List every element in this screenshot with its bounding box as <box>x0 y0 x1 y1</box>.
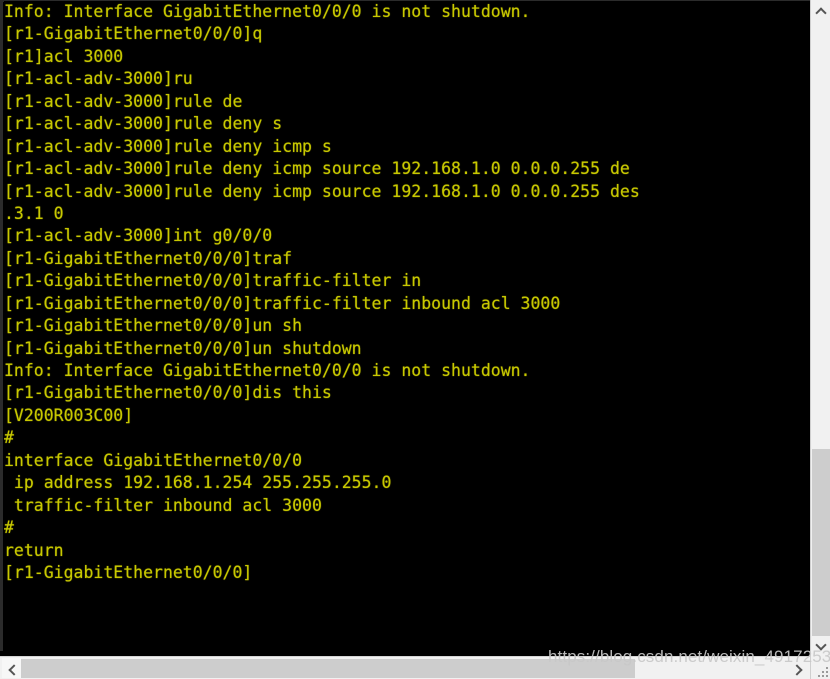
terminal-line: [r1-GigabitEthernet0/0/0]q <box>4 24 263 44</box>
vertical-scrollbar[interactable] <box>810 0 830 679</box>
terminal-line: [r1-acl-adv-3000]int g0/0/0 <box>4 226 273 246</box>
terminal-line: [V200R003C00] <box>4 405 134 425</box>
terminal-line: [r1-acl-adv-3000]rule deny icmp source 1… <box>4 159 630 179</box>
terminal-line: # <box>4 428 14 448</box>
terminal-application: Info: Interface GigabitEthernet0/0/0 is … <box>0 0 830 679</box>
terminal-line: [r1-GigabitEthernet0/0/0]un sh <box>4 316 303 336</box>
scroll-right-button[interactable] <box>786 658 808 678</box>
terminal-window: Info: Interface GigabitEthernet0/0/0 is … <box>0 0 830 679</box>
horizontal-scroll-thumb[interactable] <box>21 659 635 678</box>
terminal-line: [r1-GigabitEthernet0/0/0]traffic-filter … <box>4 293 561 313</box>
terminal-line: [r1-GigabitEthernet0/0/0]traf <box>4 248 293 268</box>
terminal-line: [r1-GigabitEthernet0/0/0]un shutdown <box>4 338 362 358</box>
terminal-line: [r1-acl-adv-3000]rule deny icmp s <box>4 136 332 156</box>
terminal-output-area[interactable]: Info: Interface GigabitEthernet0/0/0 is … <box>4 1 810 649</box>
terminal-line: [r1-acl-adv-3000]rule deny icmp source 1… <box>4 181 640 201</box>
terminal-line: Info: Interface GigabitEthernet0/0/0 is … <box>4 361 531 380</box>
vertical-scroll-thumb[interactable] <box>812 449 830 655</box>
chevron-right-icon <box>793 664 802 673</box>
scroll-left-button[interactable] <box>2 658 21 678</box>
terminal-line: [r1]acl 3000 <box>4 46 124 66</box>
resize-grip-icon[interactable] <box>815 664 829 678</box>
chevron-left-icon <box>7 664 16 673</box>
terminal-line: interface GigabitEthernet0/0/0 <box>4 450 303 470</box>
chevron-down-icon <box>816 641 825 650</box>
terminal-line: [r1-GigabitEthernet0/0/0]traffic-filter … <box>4 271 422 291</box>
scroll-up-button[interactable] <box>811 2 830 21</box>
terminal-line: [r1-GigabitEthernet0/0/0] <box>4 562 253 582</box>
terminal-line: traffic-filter inbound acl 3000 <box>4 495 322 515</box>
terminal-line: # <box>4 518 14 538</box>
terminal-line: return <box>4 540 64 560</box>
horizontal-scrollbar[interactable] <box>0 656 810 679</box>
terminal-line: [r1-GigabitEthernet0/0/0]dis this <box>4 383 332 403</box>
terminal-line: ip address 192.168.1.254 255.255.255.0 <box>4 473 392 493</box>
chevron-up-icon <box>816 7 825 16</box>
terminal-line: [r1-acl-adv-3000]rule deny s <box>4 114 283 134</box>
vertical-scroll-track[interactable] <box>811 21 830 655</box>
terminal-line: [r1-acl-adv-3000]rule de <box>4 91 243 111</box>
scroll-down-button[interactable] <box>811 636 830 655</box>
terminal-line: Info: Interface GigabitEthernet0/0/0 is … <box>4 2 531 21</box>
terminal-line: .3.1 0 <box>4 203 64 223</box>
terminal-left-border <box>0 0 3 651</box>
terminal-line: [r1-acl-adv-3000]ru <box>4 69 193 89</box>
